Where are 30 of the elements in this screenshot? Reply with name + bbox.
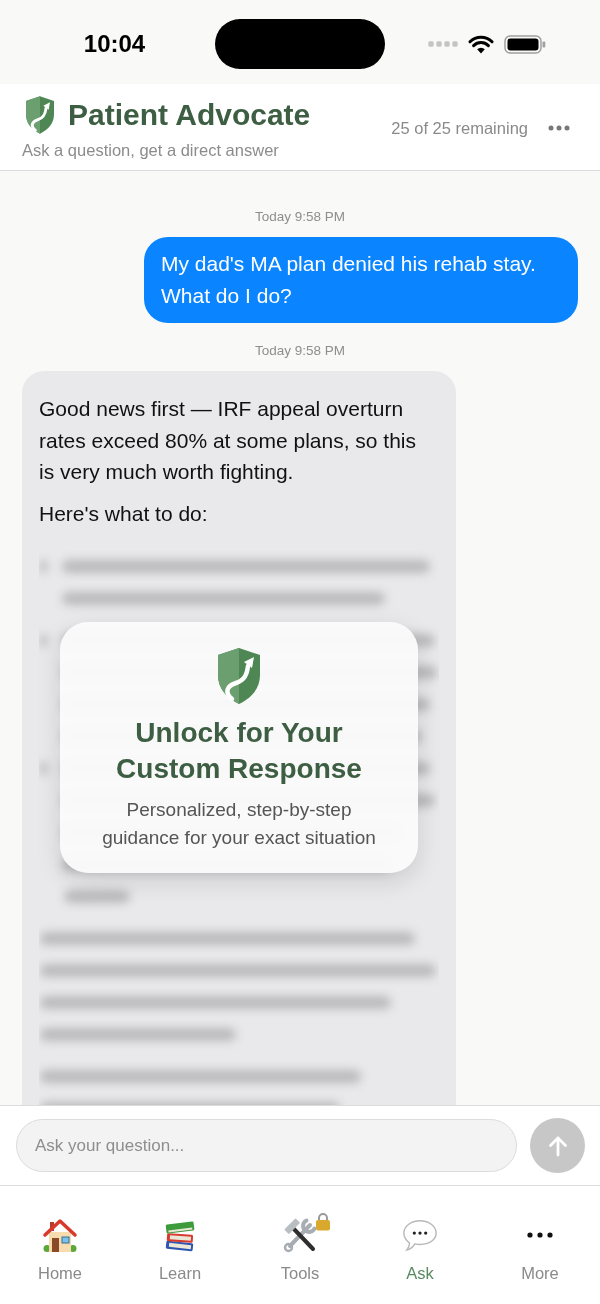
message-text: Here's what to do: (39, 500, 209, 527)
tab-bar-item[interactable]: Home (0, 1186, 120, 1283)
app-subtitle: Ask a question, get a direct answer (22, 140, 280, 160)
house-icon (42, 1217, 78, 1253)
message-timestamp: Today 9:58 PM (254, 343, 346, 359)
shield-logo-icon (24, 95, 56, 135)
unlock-title: Unlock for Your Custom Response (115, 716, 363, 786)
speech-bubble-icon (402, 1217, 438, 1253)
status-time: 10:04 (83, 30, 146, 58)
tab-bar-item[interactable]: Ask (360, 1186, 480, 1283)
arrow-up-icon (546, 1134, 569, 1157)
message-timestamp: Today 9:58 PM (254, 209, 346, 225)
unlock-card[interactable]: Unlock for Your Custom Response Personalized, step-by-step guidance for your exact situation (60, 622, 418, 873)
signal-icon (427, 41, 458, 47)
ellipsis-icon (548, 125, 570, 131)
shield-logo-icon (215, 646, 263, 706)
remaining-count: 25 of 25 remaining (391, 118, 528, 138)
battery-icon (503, 34, 546, 54)
message-text: My dad's MA plan denied his rehab stay. What do I do? (161, 251, 537, 309)
question-input[interactable]: Ask your question... (16, 1119, 517, 1172)
unlock-description: Personalized, step-by-step guidance for your exact situation (101, 798, 377, 850)
tab-bar-item[interactable]: Learn (120, 1186, 240, 1283)
wifi-icon (467, 34, 494, 54)
app-title: Patient Advocate (68, 97, 311, 133)
more-button[interactable] (548, 125, 570, 131)
hammer-wrench-icon (282, 1217, 318, 1253)
tab-bar-item[interactable]: Tools (240, 1186, 360, 1283)
tab-bar-item[interactable]: More (480, 1186, 600, 1283)
ellipsis-icon (527, 1232, 553, 1238)
message-text: Good news first — IRF appeal overturn rates exceed 80% at some plans, so this is very much worth fighting. (39, 396, 418, 485)
